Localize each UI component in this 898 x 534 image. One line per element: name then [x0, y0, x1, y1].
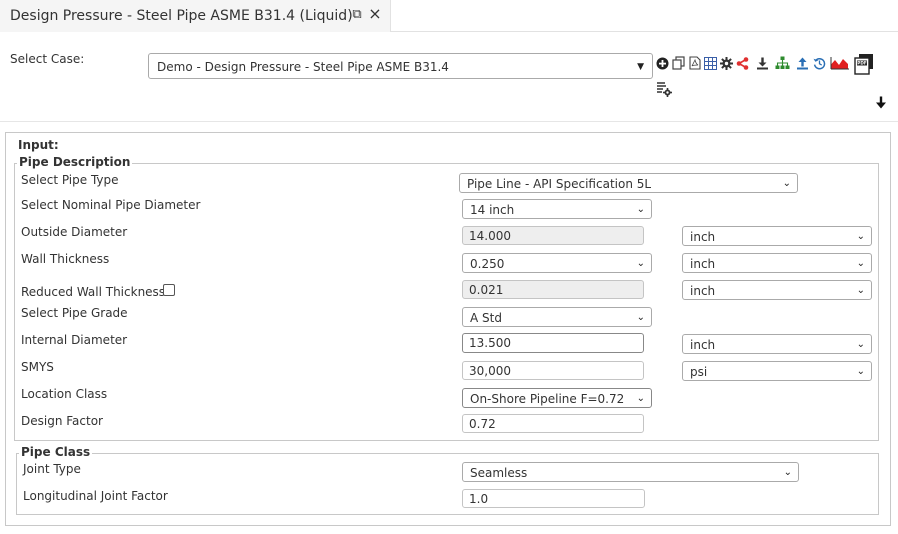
wall-thickness-label: Wall Thickness: [21, 252, 110, 266]
joint-type-label: Joint Type: [23, 462, 81, 476]
chevron-down-icon: ⌄: [636, 258, 645, 269]
case-select[interactable]: Demo - Design Pressure - Steel Pipe ASME…: [148, 53, 653, 79]
pipe-description-legend: Pipe Description: [17, 155, 133, 169]
wall-thickness-unit: inch: [690, 257, 716, 271]
pdf-file-icon[interactable]: [687, 55, 702, 71]
wall-thickness-unit-select[interactable]: inch ⌄: [682, 253, 872, 273]
chevron-down-icon: ⌄: [856, 285, 865, 296]
chevron-down-icon: ▼: [637, 62, 644, 72]
download-icon[interactable]: [755, 55, 770, 71]
pdf-export-icon[interactable]: PDF: [854, 53, 874, 75]
location-class-select[interactable]: On-Shore Pipeline F=0.72 ⌄: [462, 388, 652, 408]
header-divider: [0, 121, 898, 122]
reduced-wall-checkbox[interactable]: [163, 284, 175, 296]
reduced-wall-field: 0.021: [462, 280, 644, 299]
outside-diameter-field: 14.000: [462, 226, 644, 245]
internal-diameter-unit-select[interactable]: inch ⌄: [682, 334, 872, 354]
pipe-class-legend: Pipe Class: [19, 445, 93, 459]
popout-icon[interactable]: ⧉: [351, 7, 363, 23]
tab-design-pressure[interactable]: Design Pressure - Steel Pipe ASME B31.4 …: [0, 0, 391, 32]
design-factor-label: Design Factor: [21, 414, 103, 428]
copy-icon[interactable]: [671, 55, 686, 71]
case-select-value: Demo - Design Pressure - Steel Pipe ASME…: [157, 60, 449, 74]
design-factor-field[interactable]: 0.72: [462, 414, 644, 433]
smys-field[interactable]: 30,000: [462, 361, 644, 380]
pipe-type-select[interactable]: Pipe Line - API Specification 5L ⌄: [459, 173, 798, 193]
chevron-down-icon: ⌄: [636, 312, 645, 323]
nominal-diameter-select[interactable]: 14 inch ⌄: [462, 199, 652, 219]
chevron-down-icon: ⌄: [782, 178, 791, 189]
joint-factor-field[interactable]: 1.0: [462, 489, 645, 508]
location-class-value: On-Shore Pipeline F=0.72: [470, 392, 625, 406]
chevron-down-icon: ⌄: [856, 231, 865, 242]
chevron-down-icon: ⌄: [856, 339, 865, 350]
select-case-label: Select Case:: [10, 52, 85, 66]
arrow-down-icon[interactable]: [874, 95, 888, 109]
smys-unit: psi: [690, 365, 708, 379]
document-settings-icon[interactable]: [655, 80, 673, 98]
nominal-diameter-value: 14 inch: [470, 203, 515, 217]
hierarchy-icon[interactable]: [775, 55, 790, 71]
add-icon[interactable]: [655, 55, 670, 71]
smys-label: SMYS: [21, 360, 54, 374]
upload-icon[interactable]: [795, 55, 810, 71]
close-icon[interactable]: ×: [368, 6, 382, 22]
location-class-label: Location Class: [21, 387, 108, 401]
svg-text:PDF: PDF: [857, 61, 867, 66]
gear-icon[interactable]: [719, 55, 734, 71]
reduced-wall-unit-select[interactable]: inch ⌄: [682, 280, 872, 300]
outside-diameter-label: Outside Diameter: [21, 225, 128, 239]
history-icon[interactable]: [812, 55, 827, 71]
reduced-wall-label: Reduced Wall Thickness: [21, 285, 166, 299]
pipe-type-label: Select Pipe Type: [21, 173, 119, 187]
input-legend: Input:: [16, 138, 61, 152]
smys-unit-select[interactable]: psi ⌄: [682, 361, 872, 381]
chevron-down-icon: ⌄: [856, 258, 865, 269]
joint-type-select[interactable]: Seamless ⌄: [462, 462, 799, 482]
internal-diameter-field[interactable]: 13.500: [462, 333, 644, 353]
chevron-down-icon: ⌄: [856, 366, 865, 377]
tab-title: Design Pressure - Steel Pipe ASME B31.4 …: [10, 8, 353, 24]
pipe-grade-select[interactable]: A Std ⌄: [462, 307, 652, 327]
reduced-wall-unit: inch: [690, 284, 716, 298]
outside-diameter-unit-select[interactable]: inch ⌄: [682, 226, 872, 246]
chevron-down-icon: ⌄: [783, 467, 792, 478]
pipe-grade-value: A Std: [470, 311, 502, 325]
wall-thickness-select[interactable]: 0.250 ⌄: [462, 253, 652, 273]
joint-factor-label: Longitudinal Joint Factor: [23, 489, 168, 503]
pipe-type-value: Pipe Line - API Specification 5L: [467, 177, 652, 191]
pipe-grade-label: Select Pipe Grade: [21, 306, 128, 320]
share-icon[interactable]: [735, 55, 750, 71]
area-chart-icon[interactable]: [830, 55, 850, 71]
outside-diameter-unit: inch: [690, 230, 716, 244]
internal-diameter-unit: inch: [690, 338, 716, 352]
joint-type-value: Seamless: [470, 466, 528, 480]
chevron-down-icon: ⌄: [636, 393, 645, 404]
wall-thickness-value: 0.250: [470, 257, 505, 271]
chevron-down-icon: ⌄: [636, 204, 645, 215]
internal-diameter-label: Internal Diameter: [21, 333, 128, 347]
table-icon[interactable]: [703, 55, 718, 71]
nominal-diameter-label: Select Nominal Pipe Diameter: [21, 198, 201, 212]
